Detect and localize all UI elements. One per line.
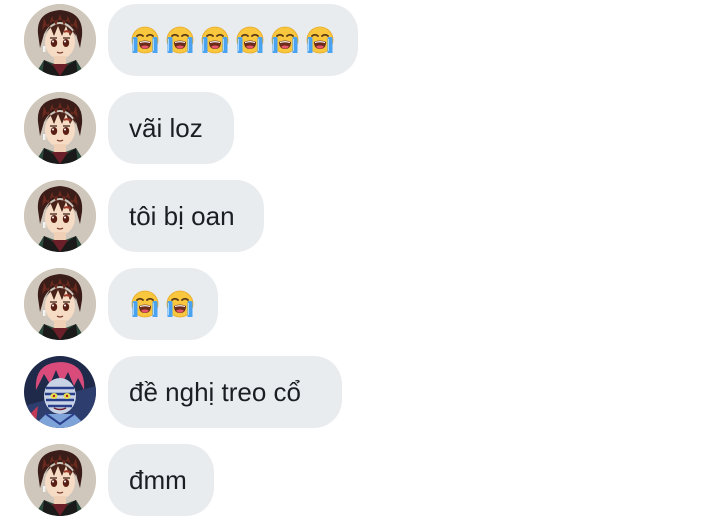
- loudly-crying-face-icon: [129, 288, 161, 320]
- message-bubble[interactable]: tôi bị oan: [108, 180, 264, 252]
- message-text: đmm: [129, 464, 187, 495]
- message-bubble[interactable]: đề nghị treo cổ: [108, 356, 342, 428]
- loudly-crying-face-icon: [129, 24, 161, 56]
- akaza-avatar[interactable]: [24, 356, 96, 428]
- emoji-group: [129, 288, 196, 320]
- tanjiro-avatar[interactable]: [24, 180, 96, 252]
- tanjiro-avatar[interactable]: [24, 92, 96, 164]
- message-row: vãi loz: [0, 92, 719, 164]
- message-row: tôi bị oan: [0, 180, 719, 252]
- loudly-crying-face-icon: [304, 24, 336, 56]
- loudly-crying-face-icon: [234, 24, 266, 56]
- message-thread: vãi loz tôi bị oan đề nghị treo cổ đmm: [0, 0, 719, 527]
- message-row: [0, 4, 719, 76]
- tanjiro-avatar[interactable]: [24, 4, 96, 76]
- message-row: đmm: [0, 444, 719, 516]
- loudly-crying-face-icon: [164, 24, 196, 56]
- loudly-crying-face-icon: [164, 288, 196, 320]
- message-bubble[interactable]: [108, 268, 218, 340]
- message-bubble[interactable]: [108, 4, 358, 76]
- message-text: đề nghị treo cổ: [129, 376, 302, 407]
- tanjiro-avatar[interactable]: [24, 268, 96, 340]
- loudly-crying-face-icon: [199, 24, 231, 56]
- message-row: đề nghị treo cổ: [0, 356, 719, 428]
- loudly-crying-face-icon: [269, 24, 301, 56]
- message-text: tôi bị oan: [129, 200, 235, 231]
- tanjiro-avatar[interactable]: [24, 444, 96, 516]
- message-bubble[interactable]: vãi loz: [108, 92, 234, 164]
- emoji-group: [129, 24, 336, 56]
- message-row: [0, 268, 719, 340]
- message-text: vãi loz: [129, 112, 203, 143]
- message-bubble[interactable]: đmm: [108, 444, 214, 516]
